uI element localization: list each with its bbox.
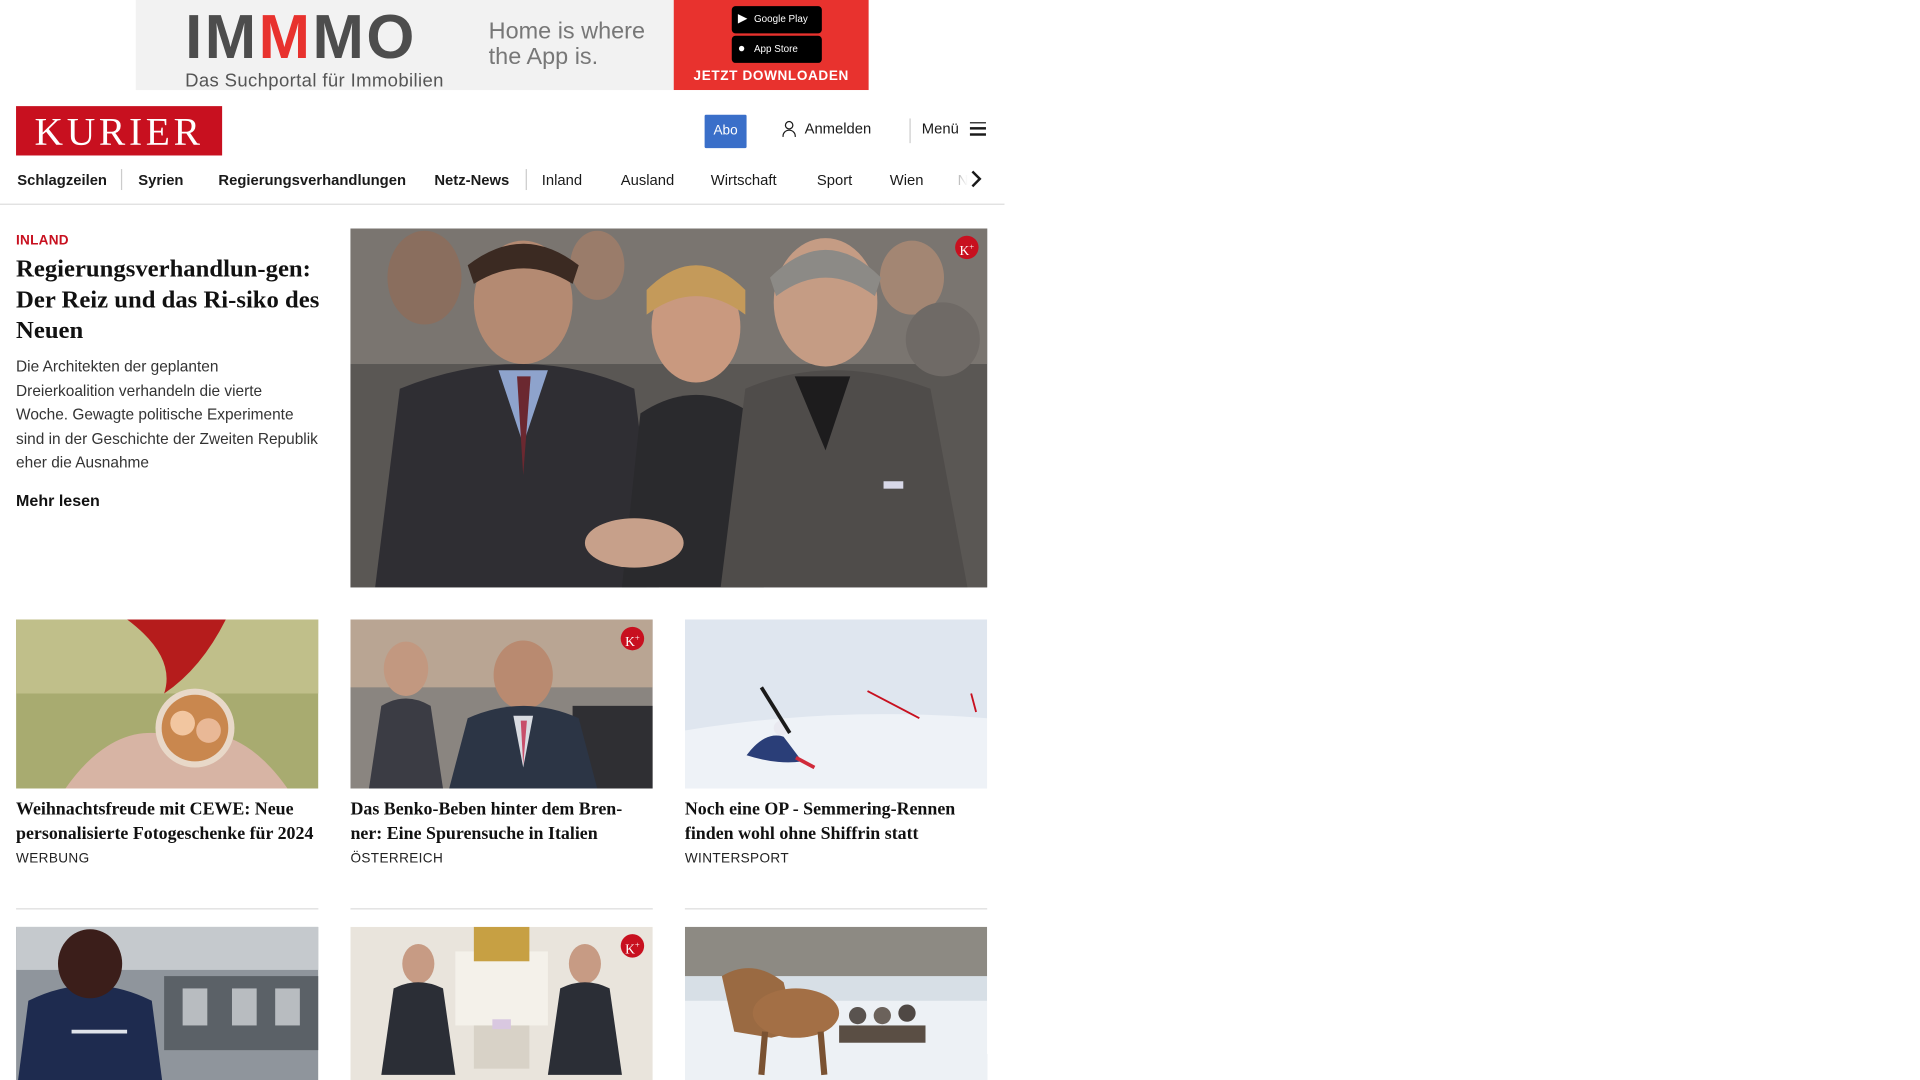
advertisement-banner[interactable]: IMMMO Das Suchportal für Immobilien Home…: [135, 0, 869, 91]
nav-item-sport[interactable]: Sport: [817, 172, 852, 189]
article-image[interactable]: [16, 619, 319, 789]
site-header: KURIER Abo Anmelden Menü: [0, 105, 1004, 157]
google-play-badge[interactable]: ▶ Google Play: [731, 6, 822, 34]
article-image[interactable]: K+: [350, 619, 653, 789]
main-nav: Schlagzeilen Syrien Regierungsverhandlun…: [0, 157, 1005, 205]
menu-button[interactable]: Menü: [921, 119, 987, 137]
nav-item-inland[interactable]: Inland: [542, 172, 582, 189]
play-icon: ▶: [737, 12, 748, 26]
nav-item-netz-news[interactable]: Netz-News: [434, 172, 509, 189]
login-label: Anmelden: [804, 119, 872, 137]
article-category[interactable]: WINTERSPORT: [685, 851, 987, 866]
article-image[interactable]: K+: [350, 926, 653, 1080]
ad-subtitle: Das Suchportal für Immobilien: [185, 70, 444, 91]
nav-item-ausland[interactable]: Ausland: [621, 172, 675, 189]
premium-badge: K+: [620, 626, 645, 651]
lead-image[interactable]: K+: [350, 228, 988, 588]
menu-label: Menü: [921, 119, 959, 137]
premium-badge: K+: [955, 235, 979, 260]
lead-photo: [350, 228, 988, 588]
hamburger-icon: [969, 121, 987, 136]
chevron-right-icon[interactable]: [970, 170, 982, 188]
ad-cta-panel[interactable]: ▶ Google Play ● App Store JETZT DOWNLOADEN: [673, 0, 869, 91]
header-divider: [909, 118, 911, 144]
lead-headline[interactable]: Regierungsverhandlun-gen: Der Reiz und d…: [16, 254, 325, 347]
nav-divider: [120, 169, 123, 191]
nav-item-syrien[interactable]: Syrien: [138, 172, 183, 189]
abo-button[interactable]: Abo: [704, 114, 747, 149]
login-button[interactable]: Anmelden: [781, 120, 871, 137]
ad-brand: IMMMO Das Suchportal für Immobilien: [136, 0, 474, 90]
kurier-logo[interactable]: KURIER: [16, 106, 223, 156]
nav-item-wirtschaft[interactable]: Wirtschaft: [711, 172, 777, 189]
ad-download-button[interactable]: JETZT DOWNLOADEN: [674, 69, 869, 84]
article-category[interactable]: ÖSTERREICH: [350, 851, 652, 866]
nav-item-regierungsverhandlungen[interactable]: Regierungsverhandlungen: [218, 172, 406, 189]
nav-item-wien[interactable]: Wien: [890, 172, 924, 189]
ad-slogan: Home is where the App is.: [488, 18, 646, 71]
article-teaser[interactable]: Weihnachtsfreude mit CEWE: Neue personal…: [16, 619, 319, 866]
divider: [350, 908, 653, 910]
article-teaser[interactable]: K+ Das Benko-Beben hinter dem Bren-ner: …: [350, 619, 653, 866]
lead-teaser-text: Die Architekten der geplanten Dreierkoal…: [16, 357, 318, 472]
article-headline[interactable]: Noch eine OP - Semmering-Rennen finden w…: [685, 798, 987, 846]
article-image[interactable]: [684, 926, 988, 1080]
premium-badge: K+: [620, 934, 645, 958]
nav-divider: [525, 169, 527, 191]
read-more-link[interactable]: Mehr lesen: [16, 491, 100, 510]
lead-category[interactable]: INLAND: [16, 233, 69, 248]
article-headline[interactable]: Weihnachtsfreude mit CEWE: Neue personal…: [16, 798, 318, 846]
user-icon: [781, 120, 797, 137]
apple-icon: ●: [737, 41, 746, 56]
nav-item-schlagzeilen[interactable]: Schlagzeilen: [17, 172, 107, 189]
divider: [16, 908, 319, 910]
article-category[interactable]: WERBUNG: [16, 851, 318, 866]
article-image[interactable]: [684, 619, 988, 789]
app-store-badge[interactable]: ● App Store: [731, 35, 822, 63]
divider: [684, 908, 988, 910]
article-headline[interactable]: Das Benko-Beben hinter dem Bren-ner: Ein…: [350, 798, 652, 846]
ad-logo: IMMMO: [185, 2, 417, 72]
article-image[interactable]: [16, 926, 319, 1080]
article-teaser[interactable]: Noch eine OP - Semmering-Rennen finden w…: [684, 619, 988, 866]
